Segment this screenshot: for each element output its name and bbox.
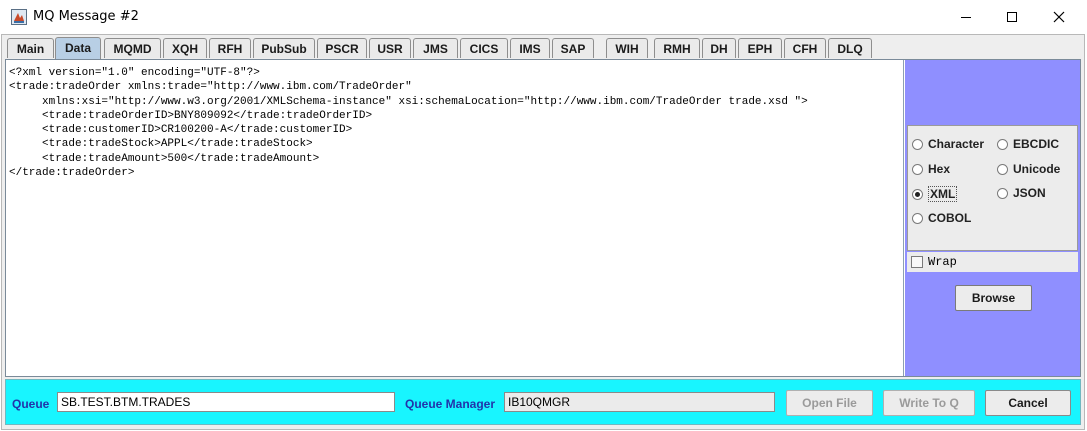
radio-label: JSON: [1013, 186, 1046, 200]
tab-rmh[interactable]: RMH: [654, 38, 700, 58]
radio-label: XML: [928, 186, 958, 202]
tab-pscr[interactable]: PSCR: [317, 38, 367, 58]
tab-xqh[interactable]: XQH: [163, 38, 207, 58]
editor-line: <trade:tradeOrder xmlns:trade="http://ww…: [9, 81, 412, 94]
tab-wih[interactable]: WIH: [606, 38, 648, 58]
tab-pubsub[interactable]: PubSub: [253, 38, 315, 58]
radio-unicode[interactable]: Unicode: [997, 162, 1060, 176]
message-data-text: <?xml version="1.0" encoding="UTF-8"?> <…: [6, 60, 903, 180]
editor-line: <trade:tradeAmount>500</trade:tradeAmoun…: [9, 152, 320, 165]
queue-label: Queue: [12, 397, 50, 411]
wrap-label: Wrap: [928, 255, 957, 269]
radio-cobol[interactable]: COBOL: [912, 211, 971, 225]
radio-label: Character: [928, 137, 985, 151]
minimize-icon: [961, 17, 971, 18]
tab-mqmd[interactable]: MQMD: [104, 38, 161, 58]
radio-icon: [997, 138, 1008, 150]
tab-ims[interactable]: IMS: [510, 38, 550, 58]
maximize-button[interactable]: [989, 0, 1035, 34]
tab-sap[interactable]: SAP: [552, 38, 594, 58]
radio-icon: [912, 212, 923, 224]
wrap-checkbox-row[interactable]: Wrap: [907, 252, 1078, 272]
write-to-q-button[interactable]: Write To Q: [883, 390, 975, 416]
editor-line: </trade:tradeOrder>: [9, 167, 135, 180]
tab-data[interactable]: Data: [55, 37, 101, 59]
queue-input[interactable]: SB.TEST.BTM.TRADES: [57, 392, 395, 412]
tab-dh[interactable]: DH: [702, 38, 736, 58]
radio-label: EBCDIC: [1013, 137, 1060, 151]
tab-cics[interactable]: CICS: [460, 38, 508, 58]
radio-label: Unicode: [1013, 162, 1061, 176]
radio-xml[interactable]: XML: [912, 186, 958, 202]
close-button[interactable]: [1036, 0, 1082, 34]
radio-icon: [997, 163, 1008, 175]
minimize-button[interactable]: [943, 0, 989, 34]
tab-eph[interactable]: EPH: [738, 38, 782, 58]
radio-ebcdic[interactable]: EBCDIC: [997, 137, 1059, 151]
radio-icon: [997, 187, 1008, 199]
radio-json[interactable]: JSON: [997, 186, 1046, 200]
radio-label: COBOL: [928, 211, 972, 225]
window-title: MQ Message #2: [33, 9, 139, 24]
open-file-button[interactable]: Open File: [786, 390, 873, 416]
radio-hex[interactable]: Hex: [912, 162, 950, 176]
message-data-editor[interactable]: <?xml version="1.0" encoding="UTF-8"?> <…: [6, 60, 904, 376]
tab-jms[interactable]: JMS: [413, 38, 458, 58]
radio-label: Hex: [928, 162, 951, 176]
tab-usr[interactable]: USR: [369, 38, 411, 58]
queue-manager-field: IB10QMGR: [504, 392, 775, 412]
radio-character[interactable]: Character: [912, 137, 984, 151]
queue-manager-label: Queue Manager: [405, 397, 496, 411]
tab-main[interactable]: Main: [7, 38, 54, 58]
tab-dlq[interactable]: DLQ: [828, 38, 872, 58]
editor-line: <trade:tradeOrderID>BNY809092</trade:tra…: [9, 109, 373, 122]
editor-line: <?xml version="1.0" encoding="UTF-8"?>: [9, 67, 260, 79]
editor-line: <trade:tradeStock>APPL</trade:tradeStock…: [9, 138, 313, 151]
close-icon: [1053, 11, 1065, 23]
editor-line: <trade:customerID>CR100200-A</trade:cust…: [9, 124, 353, 137]
tab-cfh[interactable]: CFH: [784, 38, 826, 58]
radio-selected-icon: [912, 188, 923, 200]
title-bar: MQ Message #2: [0, 0, 1087, 34]
wrap-checkbox[interactable]: [911, 256, 923, 268]
app-icon: [11, 9, 27, 25]
radio-icon: [912, 163, 923, 175]
editor-line: xmlns:xsi="http://www.w3.org/2001/XMLSch…: [9, 95, 808, 108]
browse-button[interactable]: Browse: [955, 285, 1032, 311]
maximize-icon: [1007, 12, 1017, 22]
radio-icon: [912, 138, 923, 150]
cancel-button[interactable]: Cancel: [985, 390, 1071, 416]
tab-rfh[interactable]: RFH: [209, 38, 251, 58]
